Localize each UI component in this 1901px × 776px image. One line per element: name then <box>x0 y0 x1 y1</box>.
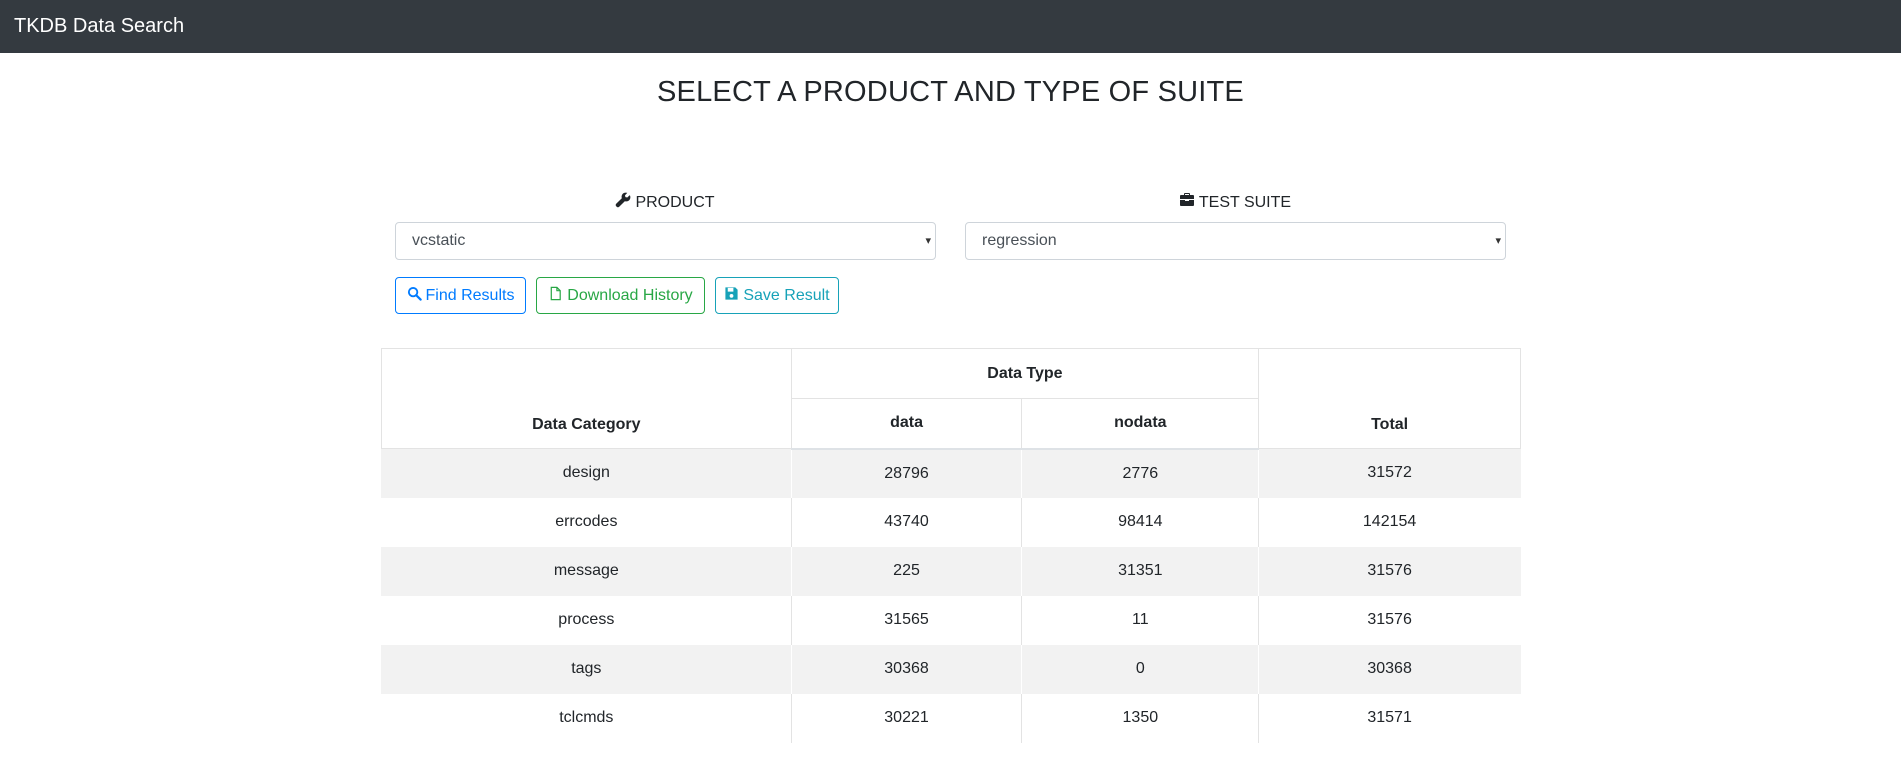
cell-category: errcodes <box>381 497 792 547</box>
cell-category: message <box>381 546 792 596</box>
wrench-icon <box>615 192 631 213</box>
cell-nodata: 2776 <box>1021 448 1260 498</box>
header-data: data <box>790 398 1023 450</box>
cell-total: 142154 <box>1258 497 1521 547</box>
header-nodata: nodata <box>1021 398 1260 450</box>
cell-total: 30368 <box>1258 644 1521 694</box>
save-result-button[interactable]: Save Result <box>715 277 839 314</box>
cell-data: 225 <box>790 546 1023 596</box>
header-data-category: Data Category <box>381 348 792 449</box>
download-history-button[interactable]: Download History <box>536 277 705 314</box>
navbar-brand[interactable]: TKDB Data Search <box>14 15 184 38</box>
suite-label: TEST SUITE <box>965 192 1505 213</box>
cell-data: 30221 <box>790 693 1023 743</box>
navbar: TKDB Data Search <box>0 0 1901 53</box>
cell-category: process <box>381 595 792 645</box>
cell-nodata: 1350 <box>1021 693 1260 743</box>
chevron-down-icon: ▾ <box>925 235 931 247</box>
suite-label-text: TEST SUITE <box>1198 193 1292 211</box>
cell-total: 31576 <box>1258 546 1521 596</box>
save-icon <box>724 286 739 306</box>
cell-data: 30368 <box>790 644 1023 694</box>
cell-nodata: 31351 <box>1021 546 1260 596</box>
table-row: process 31565 11 31576 <box>381 595 1521 645</box>
results-table: Data Category Data Type Total data nodat… <box>381 348 1521 743</box>
cell-category: design <box>381 448 792 498</box>
table-row: message 225 31351 31576 <box>381 546 1521 596</box>
toolbox-icon <box>1179 192 1195 213</box>
cell-data: 28796 <box>790 448 1023 498</box>
table-row: errcodes 43740 98414 142154 <box>381 497 1521 547</box>
cell-nodata: 0 <box>1021 644 1260 694</box>
cell-nodata: 98414 <box>1021 497 1260 547</box>
suite-select[interactable]: regression ▾ <box>965 222 1506 260</box>
product-select[interactable]: vcstatic ▾ <box>395 222 936 260</box>
find-results-label: Find Results <box>425 286 515 304</box>
table-row: tags 30368 0 30368 <box>381 644 1521 694</box>
table-row: design 28796 2776 31572 <box>381 448 1521 498</box>
product-label: PRODUCT <box>395 192 935 213</box>
search-icon <box>407 286 422 306</box>
cell-data: 43740 <box>790 497 1023 547</box>
chevron-down-icon: ▾ <box>1495 235 1501 247</box>
file-icon <box>548 286 563 306</box>
cell-category: tclcmds <box>381 693 792 743</box>
table-row: tclcmds 30221 1350 31571 <box>381 693 1521 743</box>
product-select-value: vcstatic <box>412 232 466 249</box>
cell-total: 31576 <box>1258 595 1521 645</box>
header-data-type: Data Type <box>790 348 1260 399</box>
cell-total: 31571 <box>1258 693 1521 743</box>
cell-category: tags <box>381 644 792 694</box>
find-results-button[interactable]: Find Results <box>395 277 526 314</box>
save-result-label: Save Result <box>743 286 830 304</box>
cell-data: 31565 <box>790 595 1023 645</box>
cell-nodata: 11 <box>1021 595 1260 645</box>
cell-total: 31572 <box>1258 448 1521 498</box>
suite-select-value: regression <box>982 232 1057 249</box>
header-total: Total <box>1258 348 1521 449</box>
page-title: SELECT A PRODUCT AND TYPE OF SUITE <box>657 76 1244 108</box>
product-label-text: PRODUCT <box>635 193 715 211</box>
download-history-label: Download History <box>567 286 693 304</box>
